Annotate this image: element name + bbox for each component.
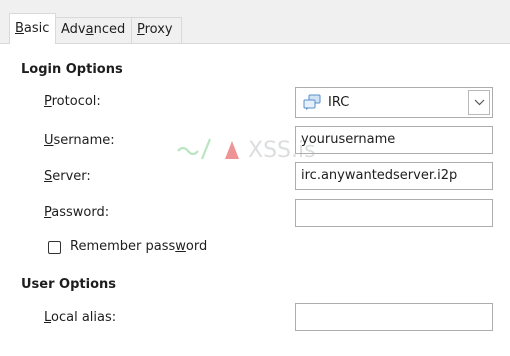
tab-proxy-accel: P [137, 22, 145, 37]
protocol-dropdown-button[interactable] [468, 90, 490, 115]
username-label-accel: U [44, 133, 54, 148]
chevron-down-icon [474, 99, 485, 106]
chat-bubbles-icon [303, 94, 321, 111]
remember-password-checkbox[interactable] [48, 241, 61, 254]
remember-label-pre: Remember pass [70, 239, 176, 254]
tab-proxy-label: roxy [144, 22, 173, 37]
tab-advanced-label: nced [93, 22, 126, 37]
protocol-select[interactable]: IRC [295, 87, 493, 118]
tab-bar: Basic Advanced Proxy [0, 0, 510, 44]
server-label: Server: [44, 169, 91, 184]
remember-password-label[interactable]: Remember password [70, 239, 207, 254]
local-alias-label: Local alias: [44, 310, 116, 325]
local-alias-label-accel: L [44, 310, 52, 325]
tab-advanced[interactable]: Advanced [55, 17, 132, 43]
password-input[interactable] [295, 199, 493, 227]
tab-basic[interactable]: Basic [9, 13, 56, 44]
username-input[interactable]: yourusername [295, 126, 493, 154]
tab-advanced-accel: a [85, 22, 94, 37]
remember-label-accel: w [175, 239, 186, 254]
username-label: Username: [44, 133, 115, 148]
protocol-label-accel: P [44, 94, 52, 109]
protocol-value: IRC [328, 95, 350, 110]
tab-proxy[interactable]: Proxy [131, 17, 182, 43]
local-alias-label-text: ocal alias: [51, 310, 117, 325]
password-label-text: assword: [51, 205, 110, 220]
remember-label-rest: ord [185, 239, 208, 254]
tab-advanced-label-pre: Adv [61, 22, 86, 37]
password-label: Password: [44, 205, 109, 220]
username-label-text: sername: [53, 133, 115, 148]
local-alias-input[interactable] [295, 303, 493, 331]
tab-basic-accel: B [15, 21, 24, 36]
server-input[interactable]: irc.anywantedserver.i2p [295, 162, 493, 190]
login-options-heading: Login Options [21, 62, 123, 77]
protocol-label: Protocol: [44, 94, 101, 109]
protocol-label-text: rotocol: [51, 94, 101, 109]
tab-basic-label: asic [23, 21, 50, 36]
server-label-text: erver: [52, 169, 91, 184]
user-options-heading: User Options [21, 277, 116, 292]
